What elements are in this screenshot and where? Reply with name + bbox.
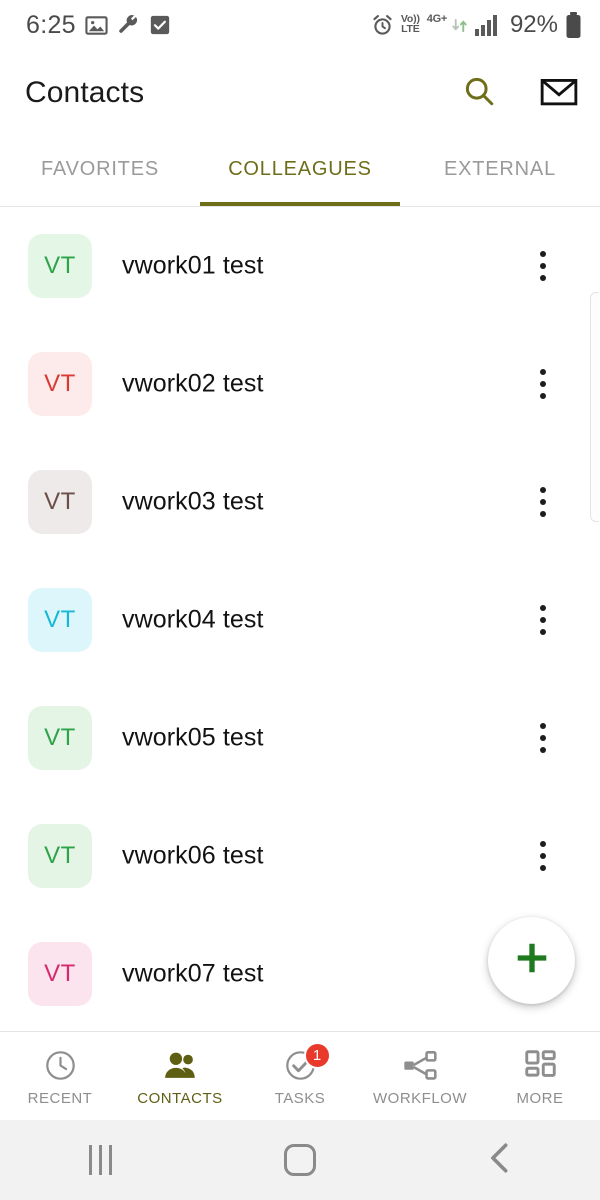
image-icon <box>85 14 108 37</box>
plus-icon <box>510 936 554 985</box>
contact-name: vwork04 test <box>122 605 264 634</box>
search-icon <box>462 74 496 113</box>
battery-full-icon <box>565 11 582 39</box>
tab-label: FAVORITES <box>41 157 159 180</box>
avatar: VT <box>28 352 92 416</box>
tab-colleagues[interactable]: COLLEAGUES <box>200 136 400 206</box>
people-icon <box>163 1049 198 1081</box>
nav-label: CONTACTS <box>137 1090 223 1107</box>
grid-icon <box>524 1049 557 1081</box>
mail-icon <box>539 71 579 116</box>
clock-icon <box>44 1049 77 1081</box>
avatar-initials: VT <box>44 370 76 397</box>
overflow-menu-icon[interactable] <box>526 362 560 406</box>
overflow-menu-icon[interactable] <box>526 598 560 642</box>
contact-name: vwork02 test <box>122 369 264 398</box>
tab-favorites[interactable]: FAVORITES <box>0 136 200 206</box>
overflow-menu-icon[interactable] <box>526 480 560 524</box>
avatar: VT <box>28 942 92 1006</box>
search-button[interactable] <box>455 69 503 117</box>
contact-row[interactable]: VT vwork04 test <box>0 561 600 679</box>
app-bar: Contacts <box>0 50 600 136</box>
avatar-initials: VT <box>44 488 76 515</box>
contact-row[interactable]: VT vwork03 test <box>0 443 600 561</box>
tab-bar: FAVORITES COLLEAGUES EXTERNAL <box>0 136 600 207</box>
contact-name: vwork03 test <box>122 487 264 516</box>
nav-label: TASKS <box>274 1090 326 1107</box>
tasks-badge: 1 <box>303 1042 331 1069</box>
contact-row[interactable]: VT vwork05 test <box>0 679 600 797</box>
contact-row[interactable]: VT vwork06 test <box>0 797 600 915</box>
volte-indicator: Vo)) LTE <box>400 13 420 35</box>
avatar-initials: VT <box>44 724 76 751</box>
nav-item-contacts[interactable]: CONTACTS <box>120 1032 240 1120</box>
overflow-menu-icon[interactable] <box>526 834 560 878</box>
avatar: VT <box>28 824 92 888</box>
contact-name: vwork01 test <box>122 251 264 280</box>
contact-list[interactable]: VT vwork01 test VT vwork02 test VT vwork… <box>0 207 600 1031</box>
avatar: VT <box>28 588 92 652</box>
nav-label: MORE <box>516 1090 564 1107</box>
recents-icon <box>88 1145 112 1175</box>
avatar-initials: VT <box>44 842 76 869</box>
contact-row[interactable]: VT vwork02 test <box>0 325 600 443</box>
mail-button[interactable] <box>535 69 583 117</box>
contact-name: vwork05 test <box>122 723 264 752</box>
status-bar-left: 6:25 <box>26 10 171 39</box>
avatar-initials: VT <box>44 252 76 279</box>
contact-row[interactable]: VT vwork01 test <box>0 207 600 325</box>
tab-label: COLLEAGUES <box>228 157 372 180</box>
home-button[interactable] <box>200 1120 400 1200</box>
battery-percent-label: 92% <box>509 11 558 38</box>
status-bar: 6:25 Vo)) LTE 4G+ 92% <box>0 0 600 50</box>
contact-name: vwork07 test <box>122 959 264 988</box>
android-system-nav <box>0 1120 600 1200</box>
overflow-menu-icon[interactable] <box>526 716 560 760</box>
nav-label: WORKFLOW <box>373 1090 467 1107</box>
overflow-menu-icon[interactable] <box>526 244 560 288</box>
signal-bars-icon <box>474 14 501 36</box>
status-bar-right: Vo)) LTE 4G+ 92% <box>371 11 582 39</box>
page-title: Contacts <box>25 76 145 109</box>
phone-screen: 6:25 Vo)) LTE 4G+ 92% Contacts FAVORITES… <box>0 0 600 1200</box>
home-icon <box>284 1144 316 1176</box>
back-chevron-icon <box>485 1141 515 1180</box>
recents-button[interactable] <box>0 1120 200 1200</box>
status-clock: 6:25 <box>26 10 76 39</box>
contact-name: vwork06 test <box>122 841 264 870</box>
avatar: VT <box>28 234 92 298</box>
back-button[interactable] <box>400 1120 600 1200</box>
checkbox-icon <box>149 14 171 36</box>
check-circle-icon: 1 <box>284 1042 331 1081</box>
nav-item-more[interactable]: MORE <box>480 1032 600 1120</box>
avatar-initials: VT <box>44 606 76 633</box>
data-transfer-icon <box>451 16 468 35</box>
nav-item-workflow[interactable]: WORKFLOW <box>360 1032 480 1120</box>
tab-external[interactable]: EXTERNAL <box>400 136 600 206</box>
wrench-icon <box>117 14 140 37</box>
avatar: VT <box>28 470 92 534</box>
avatar: VT <box>28 706 92 770</box>
tab-label: EXTERNAL <box>444 157 556 180</box>
share-nodes-icon <box>403 1049 438 1081</box>
nav-label: RECENT <box>27 1090 93 1107</box>
add-contact-fab[interactable] <box>488 917 575 1004</box>
alarm-icon <box>371 14 394 37</box>
network-type-label: 4G+ <box>426 13 448 25</box>
nav-item-recent[interactable]: RECENT <box>0 1032 120 1120</box>
bottom-navigation: RECENT CONTACTS 1 TASKS WORKFLOW MORE <box>0 1031 600 1120</box>
avatar-initials: VT <box>44 960 76 987</box>
nav-item-tasks[interactable]: 1 TASKS <box>240 1032 360 1120</box>
